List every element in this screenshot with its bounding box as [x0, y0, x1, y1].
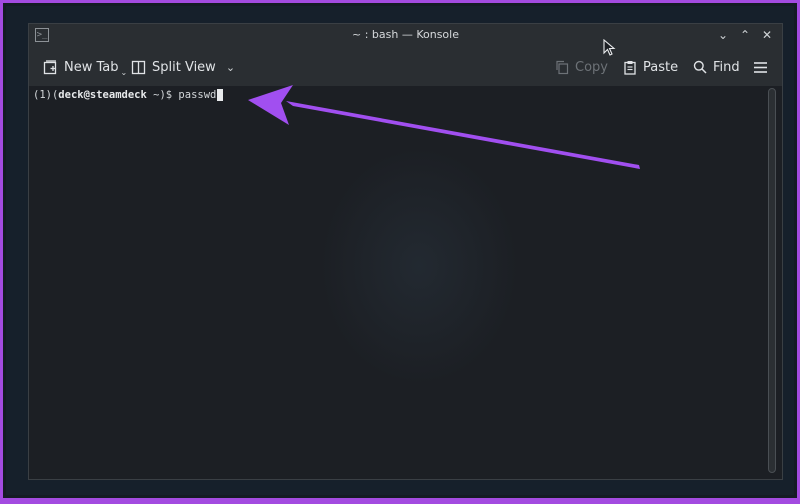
paste-icon	[624, 60, 636, 75]
new-tab-label: New Tab	[64, 59, 119, 75]
find-label: Find	[713, 59, 740, 75]
maximize-button[interactable]: ⌃	[738, 26, 752, 44]
new-tab-icon	[43, 59, 57, 74]
toolbar: New Tab ⌄ Split View ⌄ Copy Paste Find	[29, 48, 782, 87]
search-icon	[693, 60, 707, 74]
copy-icon	[556, 60, 569, 74]
copy-label: Copy	[575, 59, 608, 75]
window-title: ~ : bash — Konsole	[352, 28, 459, 41]
konsole-window: >_ ~ : bash — Konsole ⌄ ⌃ ✕ New Tab ⌄ Sp…	[28, 23, 783, 480]
screenshot-frame: >_ ~ : bash — Konsole ⌄ ⌃ ✕ New Tab ⌄ Sp…	[0, 0, 800, 501]
hamburger-menu-button[interactable]	[753, 56, 768, 78]
prompt-user-host: deck@steamdeck	[58, 89, 147, 101]
terminal-area[interactable]: (1)(deck@steamdeck ~)$ passwd	[29, 86, 782, 479]
find-button[interactable]: Find	[693, 56, 740, 78]
typed-command: passwd	[178, 89, 217, 101]
text-cursor	[217, 89, 224, 101]
paste-label: Paste	[643, 59, 679, 75]
split-view-button[interactable]: Split View ⌄	[131, 56, 235, 78]
paste-button[interactable]: Paste	[623, 56, 678, 78]
prompt-prefix: (1)(	[33, 89, 59, 101]
mouse-pointer-icon	[603, 39, 616, 56]
split-view-dropdown-icon[interactable]: ⌄	[226, 61, 235, 74]
title-bar[interactable]: >_ ~ : bash — Konsole ⌄ ⌃ ✕	[29, 24, 782, 48]
hamburger-menu-icon	[754, 61, 767, 73]
terminal-prompt-line: (1)(deck@steamdeck ~)$ passwd	[33, 89, 224, 101]
terminal-scrollbar[interactable]	[768, 88, 776, 473]
close-button[interactable]: ✕	[760, 26, 774, 44]
terminal-background-art	[319, 146, 519, 386]
copy-button[interactable]: Copy	[555, 56, 608, 78]
window-controls: ⌄ ⌃ ✕	[716, 26, 774, 44]
split-view-icon	[131, 60, 146, 74]
split-view-label: Split View	[152, 59, 216, 75]
prompt-suffix: ~)$	[146, 89, 179, 101]
minimize-button[interactable]: ⌄	[716, 26, 730, 44]
new-tab-dropdown-icon[interactable]: ⌄	[121, 68, 128, 77]
new-tab-button[interactable]: New Tab ⌄	[43, 56, 127, 78]
